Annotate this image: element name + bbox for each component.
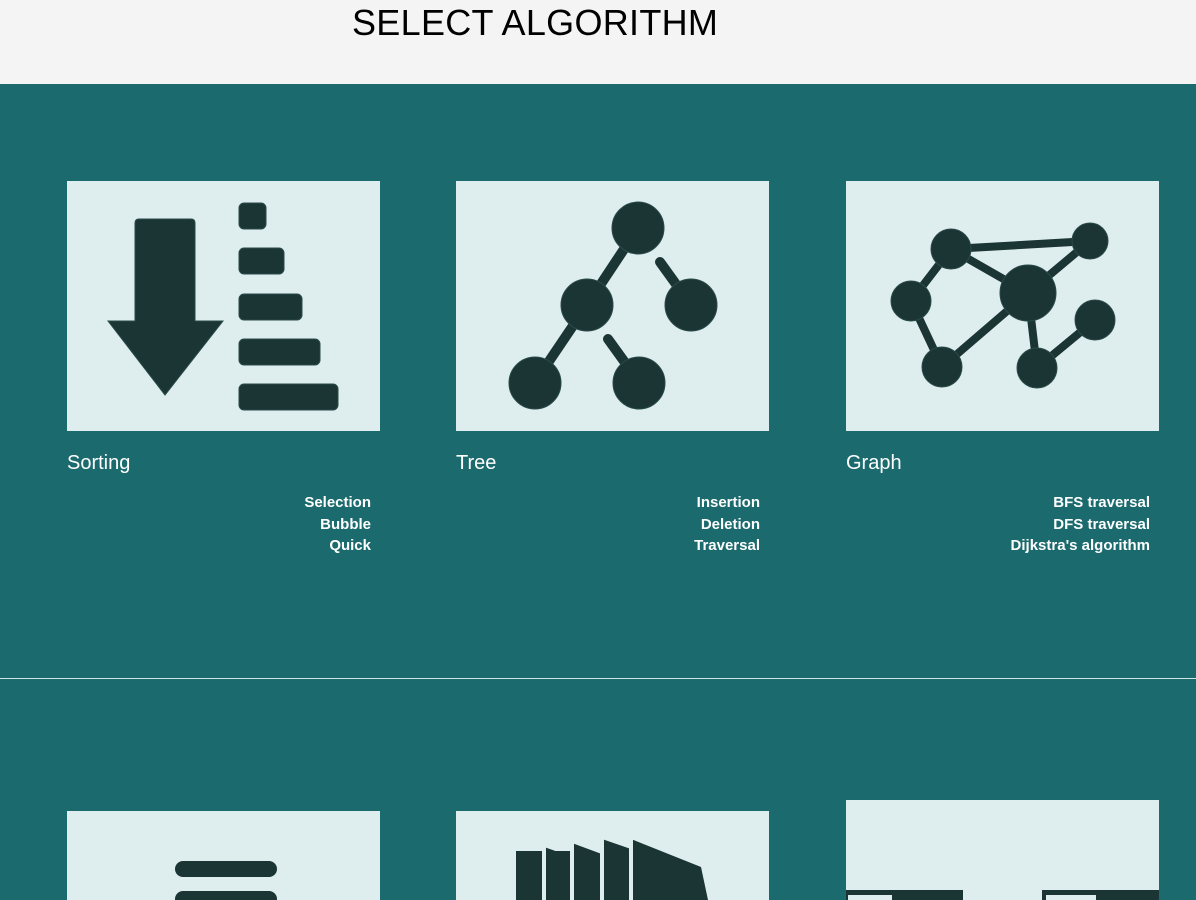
stacked-layers-icon — [516, 839, 708, 900]
page-header: SELECT ALGORITHM — [0, 0, 1196, 84]
tree-tile[interactable] — [456, 181, 769, 431]
link-deletion[interactable]: Deletion — [456, 514, 760, 536]
link-dijkstra[interactable]: Dijkstra's algorithm — [846, 535, 1150, 557]
sorting-tile[interactable] — [67, 181, 380, 431]
stack-lines-icon — [175, 861, 277, 900]
page-title: SELECT ALGORITHM — [352, 2, 719, 43]
card-links: Selection Bubble Quick — [67, 492, 380, 557]
card-links: Insertion Deletion Traversal — [456, 492, 769, 557]
tree-structure-icon — [508, 201, 718, 410]
graph-tile[interactable] — [846, 181, 1159, 431]
card-title: Tree — [456, 452, 497, 474]
link-selection[interactable]: Selection — [67, 492, 371, 514]
link-bubble[interactable]: Bubble — [67, 514, 371, 536]
graph-network-icon — [890, 222, 1116, 389]
section-divider — [0, 678, 1196, 679]
row2-tile-1[interactable] — [67, 811, 380, 900]
link-bfs-traversal[interactable]: BFS traversal — [846, 492, 1150, 514]
link-dfs-traversal[interactable]: DFS traversal — [846, 514, 1150, 536]
row2-tile-2[interactable] — [456, 811, 769, 900]
link-insertion[interactable]: Insertion — [456, 492, 760, 514]
link-quick[interactable]: Quick — [67, 535, 371, 557]
card-links: BFS traversal DFS traversal Dijkstra's a… — [846, 492, 1159, 557]
card-sorting: Sorting Selection Bubble Quick — [67, 181, 380, 557]
card-title: Sorting — [67, 452, 131, 474]
row2-tile-3[interactable] — [846, 800, 1159, 900]
blocks-icon — [846, 890, 1159, 900]
sort-descending-icon — [106, 202, 339, 411]
card-graph: Graph BFS traversal DFS traversal Dijkst… — [846, 181, 1159, 557]
link-traversal[interactable]: Traversal — [456, 535, 760, 557]
card-title: Graph — [846, 452, 902, 474]
card-tree: Tree Insertion Deletion Traversal — [456, 181, 769, 557]
